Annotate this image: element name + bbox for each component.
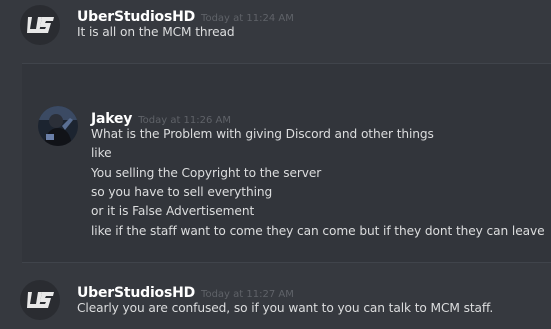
uberstudios-logo-icon — [20, 280, 60, 320]
message-text: What is the Problem with giving Discord … — [91, 127, 434, 141]
message-group: Jakey Today at 11:26 AM What is the Probl… — [0, 100, 551, 250]
message-header: UberStudiosHD Today at 11:27 AM — [77, 282, 294, 301]
uberstudios-logo-icon — [20, 5, 60, 45]
username[interactable]: Jakey — [91, 111, 132, 127]
chat-messages: UberStudiosHD Today at 11:24 AM It is all… — [0, 0, 551, 329]
message-group: UberStudiosHD Today at 11:24 AM It is all… — [0, 0, 551, 60]
user-avatar[interactable] — [20, 280, 60, 320]
message-text: like if the staff want to come they can … — [91, 224, 545, 238]
message-text: Clearly you are confused, so if you want… — [77, 301, 494, 315]
timestamp: Today at 11:24 AM — [201, 13, 294, 24]
message-text: so you have to sell everything — [91, 185, 273, 199]
message-text: You selling the Copyright to the server — [91, 166, 322, 180]
timestamp: Today at 11:27 AM — [201, 289, 294, 300]
message-divider — [22, 63, 551, 64]
jakey-photo-icon — [38, 106, 78, 146]
message-header: Jakey Today at 11:26 AM — [91, 108, 231, 127]
message-header: UberStudiosHD Today at 11:24 AM — [77, 6, 294, 25]
user-avatar[interactable] — [20, 5, 60, 45]
username[interactable]: UberStudiosHD — [77, 285, 195, 301]
message-text: It is all on the MCM thread — [77, 25, 235, 39]
message-text: or it is False Advertisement — [91, 204, 255, 218]
username[interactable]: UberStudiosHD — [77, 9, 195, 25]
user-avatar[interactable] — [38, 106, 78, 146]
message-divider — [22, 262, 551, 263]
message-group: UberStudiosHD Today at 11:27 AM Clearly y… — [0, 276, 551, 329]
timestamp: Today at 11:26 AM — [138, 115, 232, 126]
message-text: like — [91, 146, 112, 160]
